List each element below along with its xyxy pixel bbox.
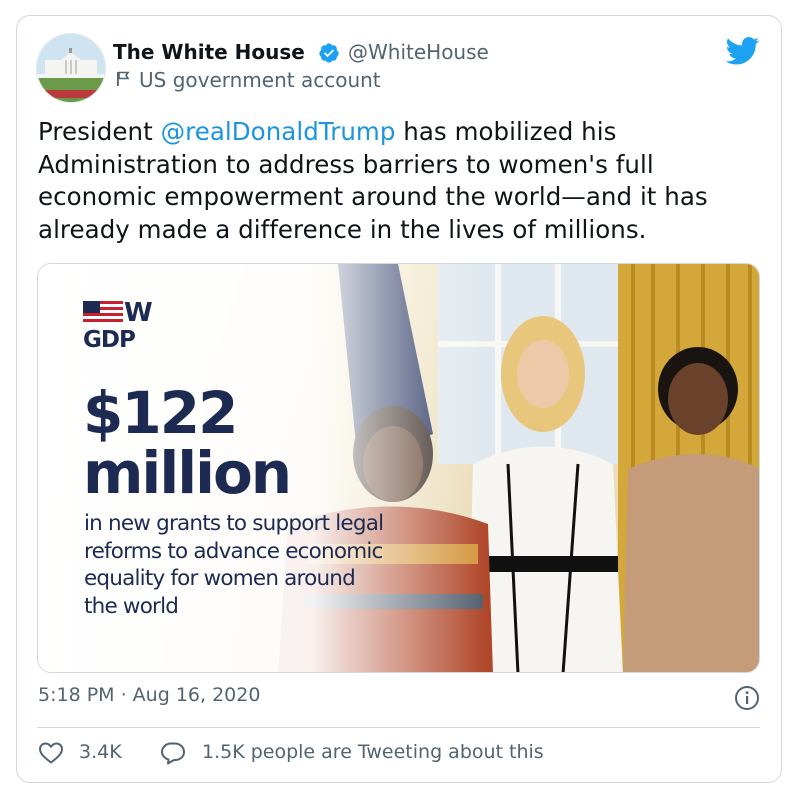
tweet-media-image[interactable]: W GDP $122 million in new grants to supp…	[37, 263, 760, 673]
avatar[interactable]	[36, 33, 106, 103]
mention-link[interactable]: @realDonaldTrump	[161, 117, 396, 146]
heart-icon[interactable]	[38, 741, 64, 765]
author-name[interactable]: The White House	[113, 40, 305, 64]
tweet-text: President @realDonaldTrump has mobilized…	[38, 116, 738, 246]
twitter-bird-icon[interactable]	[726, 37, 760, 65]
author-handle[interactable]: @WhiteHouse	[348, 40, 489, 64]
logo-gdp-text: GDP	[83, 327, 136, 353]
divider	[37, 727, 760, 728]
logo-letter: W	[124, 298, 153, 328]
info-icon[interactable]	[734, 685, 760, 711]
reply-bubble-icon[interactable]	[160, 741, 186, 765]
grant-amount: $122	[83, 379, 238, 447]
like-count[interactable]: 3.4K	[79, 741, 122, 763]
grant-caption: in new grants to support legal reforms t…	[84, 511, 384, 619]
tweet-text-start: President	[38, 117, 161, 146]
grant-amount-unit: million	[83, 439, 292, 507]
tweet-timestamp[interactable]: 5:18 PM · Aug 16, 2020	[38, 684, 260, 706]
flag-icon	[117, 71, 130, 86]
account-label: US government account	[139, 68, 381, 92]
tweeting-about-link[interactable]: 1.5K people are Tweeting about this	[202, 741, 544, 763]
verified-icon	[319, 43, 339, 63]
